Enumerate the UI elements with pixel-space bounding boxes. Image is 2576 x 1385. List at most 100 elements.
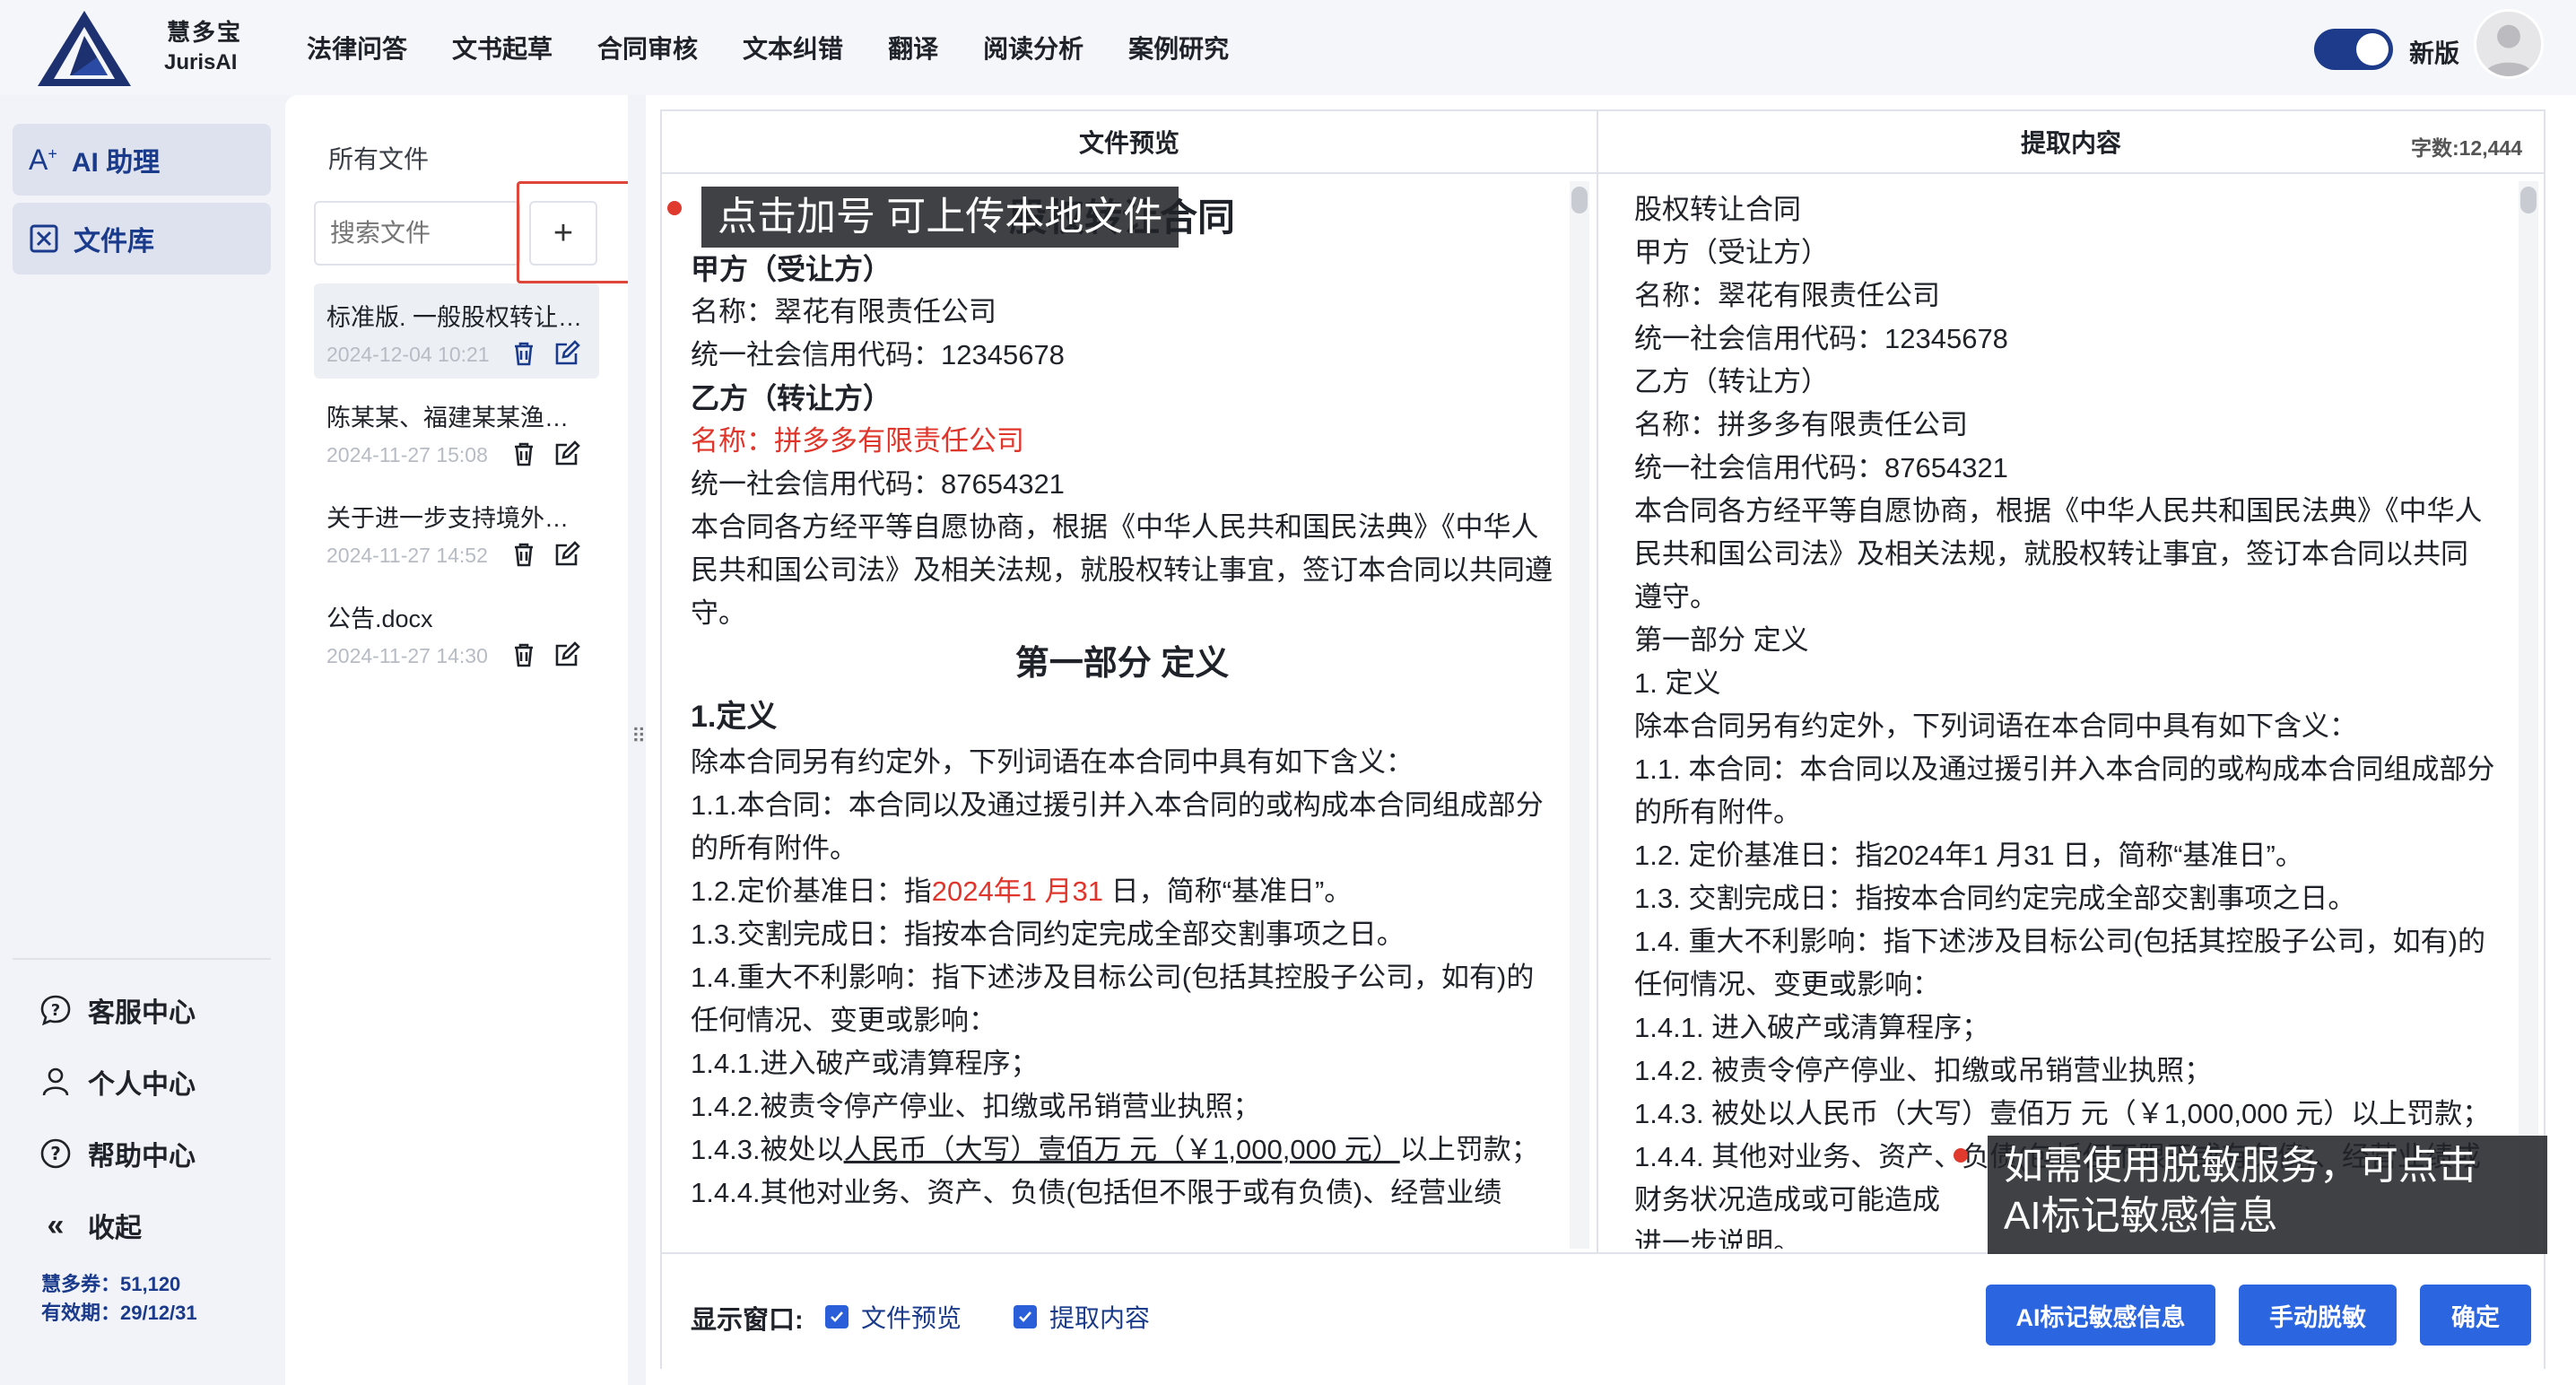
edit-icon[interactable] <box>553 640 581 669</box>
sidebar-link-help-center[interactable]: ? 帮助中心 <box>39 1134 196 1173</box>
file-library-icon <box>30 224 58 253</box>
party-a-name: 名称：翠花有限责任公司 <box>691 296 996 327</box>
extract-scroll-thumb[interactable] <box>2520 187 2537 213</box>
file-date: 2024-11-27 15:08 <box>326 443 488 466</box>
sidebar-link-personal-center[interactable]: 个人中心 <box>39 1062 196 1102</box>
file-item[interactable]: 关于进一步支持境外机构投资 2024-11-27 14:52 <box>314 484 599 579</box>
extract-line: 1.2. 定价基准日：指2024年1 月31 日，简称“基准日”。 <box>1634 840 2303 871</box>
brand-name-cn: 慧多宝 <box>167 19 243 46</box>
extract-scrollbar[interactable] <box>2519 181 2538 1249</box>
ai-sparkle-icon: A+ <box>29 143 57 176</box>
file-date: 2024-12-04 10:21 <box>326 343 490 366</box>
extract-line: 乙方（转让方） <box>1634 366 1829 397</box>
trash-icon[interactable] <box>509 540 538 569</box>
sidebar-item-file-library[interactable]: 文件库 <box>13 203 271 274</box>
sidebar-collapse-button[interactable]: « 收起 <box>39 1206 142 1245</box>
extract-header-label: 提取内容 <box>2020 129 2121 157</box>
extract-line: 甲方（受让方） <box>1634 237 1829 268</box>
file-name: 公告.docx <box>326 605 433 632</box>
show-preview-checkbox[interactable]: 文件预览 <box>825 1299 962 1335</box>
tip-marker-dot <box>1954 1148 1968 1163</box>
clause-1-2-date: 2024年1 月31 <box>931 875 1104 907</box>
definitions-intro: 除本合同另有约定外，下列词语在本合同中具有如下含义： <box>691 746 1414 778</box>
extract-line: 1.4.3. 被处以人民币（大写）壹佰万 元（￥1,000,000 元）以上罚款… <box>1634 1098 2491 1129</box>
add-button-highlight <box>517 181 639 283</box>
clause-1-2-suffix: 日，简称“基准日”。 <box>1103 875 1353 907</box>
trash-icon[interactable] <box>509 640 538 669</box>
clause-1-4-3-amount: 人民币（大写）壹佰万 元（￥1,000,000 元） <box>843 1134 1400 1165</box>
edit-icon[interactable] <box>553 540 581 569</box>
extract-line: 名称：翠花有限责任公司 <box>1634 280 1940 311</box>
nav-document-drafting[interactable]: 文书起草 <box>452 30 553 65</box>
edit-icon[interactable] <box>553 440 581 468</box>
extract-header: 提取内容 <box>1598 111 2544 174</box>
show-extract-checkbox[interactable]: 提取内容 <box>1014 1299 1150 1335</box>
svg-text:?: ? <box>51 1001 60 1020</box>
file-list-panel: 所有文件 + 标准版. 一般股权转让协议 2024-12-04 10:21 陈某… <box>285 95 639 1385</box>
party-a-code: 统一社会信用代码：12345678 <box>691 339 1065 370</box>
clause-1-4-3-prefix: 1.4.3.被处以 <box>691 1134 844 1165</box>
extract-line: 本合同各方经平等自愿协商，根据《中华人民共和国民法典》《中华人民共和国公司法》及… <box>1634 495 2483 613</box>
extract-line: 股权转让合同 <box>1634 194 1801 225</box>
sidebar-item-ai-assistant[interactable]: A+ AI 助理 <box>13 124 271 196</box>
manual-desensitize-button[interactable]: 手动脱敏 <box>2239 1285 2397 1346</box>
file-item[interactable]: 陈某某、福建某某渔业有限公司 2024-11-27 15:08 <box>314 384 599 479</box>
jurisai-logo[interactable] <box>34 9 135 90</box>
file-list-title: 所有文件 <box>328 145 430 173</box>
sidebar-link-customer-service[interactable]: ? 客服中心 <box>39 990 196 1030</box>
nav-case-research[interactable]: 案例研究 <box>1128 30 1229 65</box>
nav-reading-analysis[interactable]: 阅读分析 <box>983 30 1083 65</box>
left-sidebar: A+ AI 助理 文件库 ? 客服中心 个人中心 ? 帮助中心 « 收起 慧多券… <box>0 95 283 1385</box>
file-search-input[interactable] <box>314 201 520 266</box>
clause-1-1: 1.1.本合同：本合同以及通过援引并入本合同的或构成本合同组成部分的所有附件。 <box>691 789 1544 864</box>
top-bar: 慧多宝 JurisAI 法律问答 文书起草 合同审核 文本纠错 翻译 阅读分析 … <box>0 0 2576 95</box>
nav-contract-review[interactable]: 合同审核 <box>597 30 698 65</box>
file-item[interactable]: 标准版. 一般股权转让协议 2024-12-04 10:21 <box>314 283 599 379</box>
preview-header: 文件预览 <box>662 111 1597 174</box>
confirm-button[interactable]: 确定 <box>2420 1285 2531 1346</box>
word-count: 字数:12,444 <box>2410 136 2522 160</box>
desensitize-tip-line-2: AI标记敏感信息 <box>2004 1194 2278 1238</box>
sidebar-link-label: 个人中心 <box>88 1070 196 1100</box>
coupon-balance: 慧多券：51,120 <box>41 1273 181 1295</box>
extract-line: 1.4. 重大不利影响：指下述涉及目标公司(包括其控股子公司，如有)的任何情况、… <box>1634 926 2485 1000</box>
extract-line: 1.3. 交割完成日：指按本合同约定完成全部交割事项之日。 <box>1634 883 2356 914</box>
desensitize-tip: 如需使用脱敏服务，可点击 AI标记敏感信息 <box>1988 1136 2547 1254</box>
ai-mark-sensitive-button[interactable]: AI标记敏感信息 <box>1986 1285 2215 1346</box>
drag-handle-icon[interactable]: ⠿ <box>631 725 646 748</box>
preview-scroll-thumb[interactable] <box>1571 187 1588 213</box>
nav-legal-qa[interactable]: 法律问答 <box>307 30 407 65</box>
extract-line: 第一部分 定义 <box>1634 624 1809 656</box>
intro-paragraph: 本合同各方经平等自愿协商，根据《中华人民共和国民法典》《中华人民共和国公司法》及… <box>691 511 1553 629</box>
extract-line: 除本合同另有约定外，下列词语在本合同中具有如下含义： <box>1634 710 2357 742</box>
file-name: 陈某某、福建某某渔业有限公司 <box>326 405 587 431</box>
user-avatar[interactable] <box>2474 9 2544 79</box>
new-version-toggle[interactable] <box>2314 29 2393 70</box>
preview-scrollbar[interactable] <box>1570 181 1589 1249</box>
nav-translation[interactable]: 翻译 <box>888 30 938 65</box>
file-item[interactable]: 公告.docx 2024-11-27 14:30 <box>314 585 599 680</box>
file-name: 关于进一步支持境外机构投资 <box>326 505 587 532</box>
file-date: 2024-11-27 14:52 <box>326 544 488 567</box>
party-b-name: 名称：拼多多有限责任公司 <box>691 425 1024 457</box>
show-window-label: 显示窗口: <box>691 1306 804 1335</box>
clause-1-2-prefix: 1.2.定价基准日：指 <box>691 875 932 907</box>
expiry-date: 有效期：29/12/31 <box>41 1302 197 1324</box>
clause-1-4-2: 1.4.2.被责令停产停业、扣缴或吊销营业执照； <box>691 1091 1261 1122</box>
checkbox-checked-icon <box>825 1305 849 1328</box>
brand-name-en: JurisAI <box>164 50 238 74</box>
nav-text-correction[interactable]: 文本纠错 <box>743 30 843 65</box>
column-divider <box>1597 111 1598 1252</box>
trash-icon[interactable] <box>509 339 538 368</box>
upload-tip: 点击加号 可上传本地文件 <box>701 187 1179 248</box>
extract-line: 统一社会信用代码：12345678 <box>1634 323 2008 354</box>
panel-resize-splitter[interactable]: ⠿ <box>628 95 646 1385</box>
extracted-content: 股权转让合同 甲方（受让方） 名称：翠花有限责任公司 统一社会信用代码：1234… <box>1634 188 2495 1249</box>
file-date: 2024-11-27 14:30 <box>326 644 488 667</box>
viewer-footer: 显示窗口: 文件预览 提取内容 AI标记敏感信息 手动脱敏 确定 <box>662 1252 2544 1369</box>
main-nav: 法律问答 文书起草 合同审核 文本纠错 翻译 阅读分析 案例研究 <box>307 0 1274 95</box>
trash-icon[interactable] <box>509 440 538 468</box>
edit-icon[interactable] <box>553 339 581 368</box>
toggle-knob <box>2356 33 2389 65</box>
clause-1-4-3: 1.4.3.被处以人民币（大写）壹佰万 元（￥1,000,000 元）以上罚款； <box>691 1128 1553 1172</box>
